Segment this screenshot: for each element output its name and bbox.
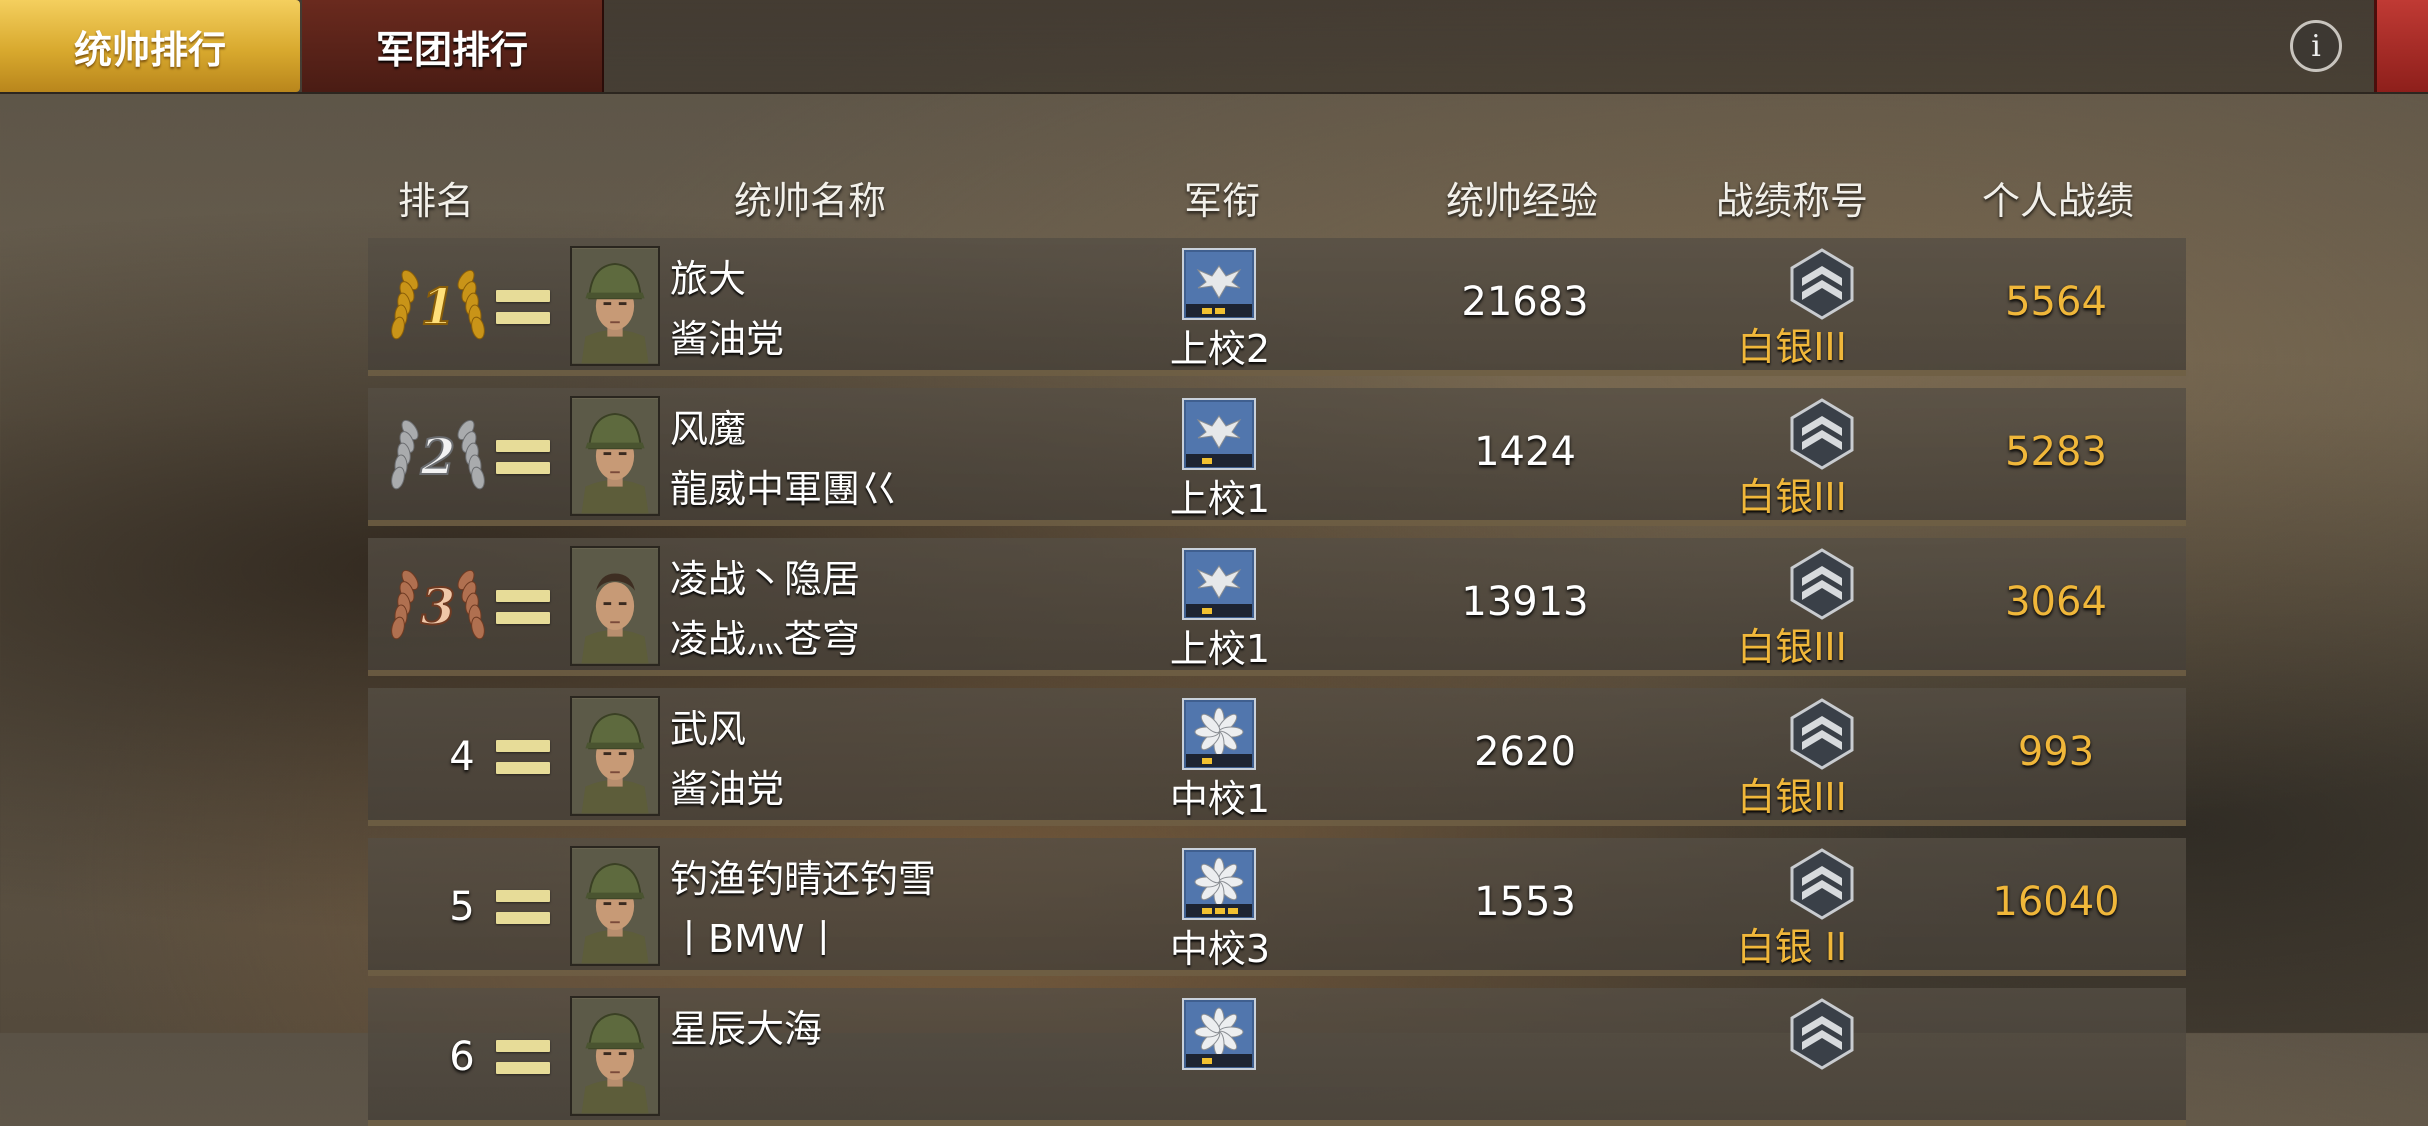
rank-unchanged-icon	[496, 590, 550, 626]
svg-text:3: 3	[421, 577, 456, 636]
military-rank-label: 中校3	[1169, 927, 1271, 971]
commander-avatar[interactable]	[570, 396, 660, 516]
eagle-insignia-icon	[1182, 398, 1256, 470]
oak-leaf-insignia-icon	[1182, 698, 1256, 770]
eagle-insignia-icon	[1182, 248, 1256, 320]
silver-chevron-icon	[1788, 848, 1856, 920]
personal-score: 5283	[2005, 429, 2107, 475]
silver-laurel-medal-icon: 2	[388, 410, 488, 502]
silver-chevron-icon	[1788, 398, 1856, 470]
info-button[interactable]: i	[2290, 20, 2342, 72]
bronze-laurel-medal-icon: 3	[388, 560, 488, 652]
military-rank-label: 上校1	[1169, 627, 1271, 671]
oak-leaf-insignia-icon	[1182, 998, 1256, 1070]
military-rank-label: 中校1	[1169, 777, 1271, 821]
silver-chevron-icon	[1788, 548, 1856, 620]
rank-unchanged-icon	[496, 890, 550, 926]
commander-name: 凌战丶隐居	[670, 557, 861, 601]
commander-avatar[interactable]	[570, 846, 660, 966]
rank-number: 4	[449, 734, 475, 780]
eagle-insignia-icon	[1182, 548, 1256, 620]
ranking-row[interactable]: 6 星辰大海	[368, 988, 2186, 1126]
honor-title: 白银 II	[1736, 925, 1848, 969]
header-title: 战绩称号	[1715, 179, 1869, 223]
ranking-row[interactable]: 3 凌战丶隐居 凌战灬苍穹 上校1 13913 白银III 3064	[368, 538, 2186, 676]
gold-laurel-medal-icon: 1	[388, 260, 488, 352]
commander-avatar[interactable]	[570, 546, 660, 666]
commander-name: 星辰大海	[670, 1007, 823, 1051]
personal-score: 5564	[2005, 279, 2107, 325]
rank-number: 6	[449, 1034, 475, 1080]
table-header: 排名 统帅名称 军衔 统帅经验 战绩称号 个人战绩	[0, 170, 2428, 226]
svg-text:1: 1	[421, 277, 456, 336]
commander-avatar[interactable]	[570, 696, 660, 816]
commander-name: 旅大	[670, 257, 747, 301]
commander-exp: 21683	[1461, 279, 1589, 325]
header-name: 统帅名称	[733, 179, 887, 223]
header-rank: 排名	[397, 179, 475, 223]
military-rank-label: 上校2	[1169, 327, 1271, 371]
rank-unchanged-icon	[496, 1040, 550, 1076]
ranking-row[interactable]: 4 武风 酱油党 中校1 2620 白银III 993	[368, 688, 2186, 826]
silver-chevron-icon	[1788, 998, 1856, 1070]
commander-avatar[interactable]	[570, 246, 660, 366]
svg-text:2: 2	[420, 427, 456, 486]
rank-unchanged-icon	[496, 290, 550, 326]
tab-legion-ranking[interactable]: 军团排行	[302, 0, 604, 92]
info-icon: i	[2311, 28, 2321, 64]
legion-name: 酱油党	[670, 317, 785, 361]
rank-unchanged-icon	[496, 440, 550, 476]
commander-exp: 1424	[1474, 429, 1576, 475]
rank-unchanged-icon	[496, 740, 550, 776]
header-score: 个人战绩	[1981, 179, 2135, 223]
honor-title: 白银III	[1737, 775, 1847, 819]
ranking-row[interactable]: 5 钓渔钓晴还钓雪 丨BMW丨 中校3 1553 白银 II 16040	[368, 838, 2186, 976]
rank-number: 5	[449, 884, 475, 930]
legion-name: 丨BMW丨	[670, 917, 843, 961]
oak-leaf-insignia-icon	[1182, 848, 1256, 920]
personal-score: 993	[2017, 729, 2095, 775]
silver-chevron-icon	[1788, 248, 1856, 320]
silver-chevron-icon	[1788, 698, 1856, 770]
commander-exp: 13913	[1461, 579, 1589, 625]
commander-exp: 1553	[1474, 879, 1576, 925]
commander-name: 武风	[670, 707, 747, 751]
personal-score: 16040	[1992, 879, 2120, 925]
honor-title: 白银III	[1737, 475, 1847, 519]
header-military-rank: 军衔	[1183, 179, 1261, 223]
legion-name: 凌战灬苍穹	[670, 617, 861, 661]
header-exp: 统帅经验	[1445, 179, 1599, 223]
top-bar: 统帅排行 军团排行 i	[0, 0, 2428, 94]
legion-name: 龍威中軍團巜	[670, 467, 899, 511]
close-button[interactable]	[2374, 0, 2428, 92]
ranking-row[interactable]: 2 风魔 龍威中軍團巜 上校1 1424 白银III 5283	[368, 388, 2186, 526]
military-rank-label: 上校1	[1169, 477, 1271, 521]
commander-avatar[interactable]	[570, 996, 660, 1116]
honor-title: 白银III	[1737, 325, 1847, 369]
tab-commander-ranking[interactable]: 统帅排行	[0, 0, 300, 92]
personal-score: 3064	[2005, 579, 2107, 625]
honor-title: 白银III	[1737, 625, 1847, 669]
commander-exp: 2620	[1474, 729, 1576, 775]
commander-name: 风魔	[670, 407, 747, 451]
commander-name: 钓渔钓晴还钓雪	[670, 857, 937, 901]
ranking-row[interactable]: 1 旅大 酱油党 上校2 21683 白银III 5564	[368, 238, 2186, 376]
legion-name: 酱油党	[670, 767, 785, 811]
